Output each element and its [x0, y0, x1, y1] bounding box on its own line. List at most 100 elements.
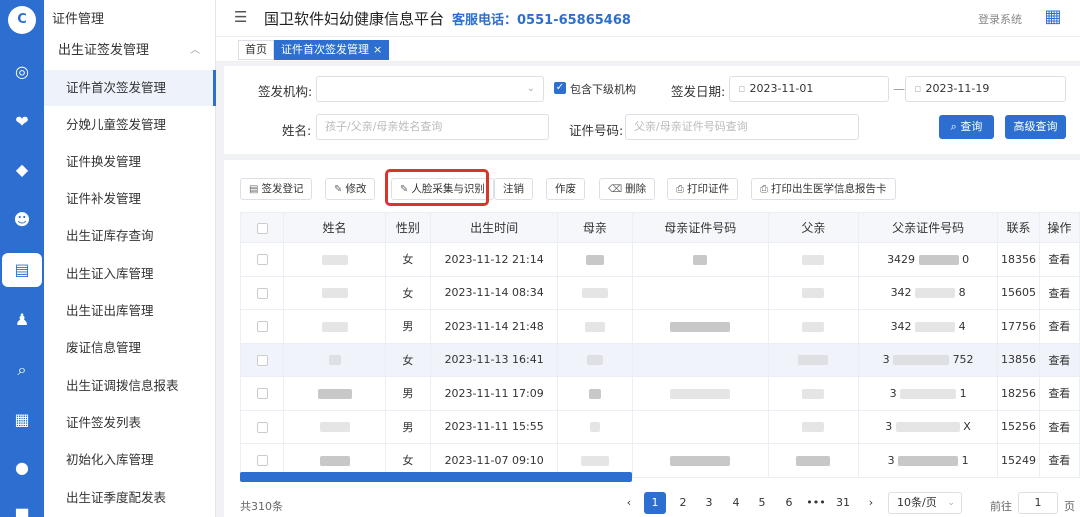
birth-time-cell: 2023-11-13 16:41 [430, 342, 559, 377]
page-button-5[interactable]: 5 [751, 492, 773, 514]
delete-button[interactable]: ⌫ 删除 [599, 178, 656, 200]
name-input[interactable]: 孩子/父亲/母亲姓名查询 [316, 114, 549, 140]
date-to-input[interactable]: ▫ 2023-11-19 [905, 76, 1066, 102]
column-header-name: 姓名 [283, 212, 386, 243]
page-button-4[interactable]: 4 [725, 492, 747, 514]
user-icon[interactable]: ● [10, 456, 34, 480]
apps-grid-icon[interactable]: ▦ [1042, 6, 1064, 28]
redacted-father-id [918, 254, 959, 265]
table-row[interactable]: 男 2023-11-11 17:09 3 1 18256 查看 [239, 376, 1080, 411]
advanced-search-button[interactable]: 高级查询 [1005, 115, 1066, 139]
print-report-card-button[interactable]: ⎙ 打印出生医学信息报告卡 [751, 178, 896, 200]
certificate-icon[interactable]: ◆ [10, 158, 34, 182]
void-button[interactable]: 作废 [546, 178, 585, 200]
checkbox[interactable] [256, 222, 268, 234]
print-cert-button[interactable]: ⎙ 打印证件 [667, 178, 738, 200]
page-button-3[interactable]: 3 [698, 492, 720, 514]
org-select[interactable]: ⌄ [316, 76, 544, 102]
page-button-2[interactable]: 2 [672, 492, 694, 514]
redacted-father [802, 288, 825, 299]
tab-label: 证件首次签发管理 [281, 43, 369, 56]
menu-item-stock-out[interactable]: 出生证出库管理 [44, 293, 216, 329]
menu-item-quarterly[interactable]: 出生证季度配发表 [44, 480, 216, 516]
menu-toggle-icon[interactable]: ☰ [234, 8, 247, 26]
page-size-select[interactable]: 10条/页 ⌄ [888, 492, 962, 514]
menu-item-reissue-exchange[interactable]: 证件换发管理 [44, 144, 216, 180]
prev-page-button[interactable]: ‹ [618, 492, 640, 514]
menu-item-void-info[interactable]: 废证信息管理 [44, 330, 216, 366]
row-checkbox[interactable] [256, 354, 268, 366]
id-card-icon[interactable]: ▤ [2, 253, 42, 287]
page-ellipsis[interactable]: ••• [805, 492, 827, 514]
row-checkbox[interactable] [256, 321, 268, 333]
child-icon[interactable]: ♟ [10, 308, 34, 332]
menu-item-first-issue[interactable]: 证件首次签发管理 [44, 70, 216, 106]
menu-item-init-stock-in[interactable]: 初始化入库管理 [44, 442, 216, 478]
menu-item-stock-in[interactable]: 出生证入库管理 [44, 256, 216, 292]
search-button[interactable]: ⌕ 查询 [939, 115, 994, 139]
row-checkbox[interactable] [256, 254, 268, 266]
redacted-father-id [893, 355, 950, 366]
view-link[interactable]: 查看 [1038, 275, 1080, 310]
edit-button[interactable]: ✎ 修改 [325, 178, 376, 200]
table-row[interactable]: 女 2023-11-13 16:41 3 752 13856 查看 [239, 342, 1080, 377]
search-icon[interactable]: ⌕ [10, 358, 34, 382]
view-link[interactable]: 查看 [1038, 409, 1080, 444]
menu-item-reissue-supplement[interactable]: 证件补发管理 [44, 181, 216, 217]
row-checkbox[interactable] [256, 421, 268, 433]
tab-home[interactable]: 首页 [238, 40, 274, 60]
include-sub-checkbox[interactable]: ✓ [554, 82, 566, 94]
date-from-input[interactable]: ▫ 2023-11-01 [729, 76, 889, 102]
logout-link[interactable]: 登录系统 [978, 11, 1022, 27]
redacted-name [321, 254, 348, 265]
view-link[interactable]: 查看 [1038, 443, 1080, 478]
goto-page-input[interactable]: 1 [1018, 492, 1058, 514]
view-link[interactable]: 查看 [1038, 342, 1080, 377]
document-icon[interactable]: ▦ [10, 408, 34, 432]
gender-cell: 男 [384, 409, 432, 444]
redacted-father-id [898, 455, 959, 466]
cancel-cert-button[interactable]: 注销 [494, 178, 533, 200]
table-row[interactable]: 男 2023-11-14 21:48 342 4 17756 查看 [239, 309, 1080, 344]
next-page-button[interactable]: › [860, 492, 882, 514]
document-icon: ▤ [249, 184, 259, 195]
close-icon[interactable]: × [373, 43, 382, 56]
row-checkbox[interactable] [256, 388, 268, 400]
gender-cell: 男 [384, 376, 432, 411]
menu-item-issue-list[interactable]: 证件签发列表 [44, 405, 216, 441]
table-header-row: 姓名 性别 出生时间 母亲 母亲证件号码 父亲 父亲证件号码 联系 操作 [239, 212, 1080, 243]
column-header-contact: 联系 [997, 212, 1040, 243]
view-link[interactable]: 查看 [1038, 309, 1080, 344]
menu-item-stock-query[interactable]: 出生证库存查询 [44, 218, 216, 254]
menu-group-birth-cert[interactable]: 出生证签发管理 ︿ [44, 38, 216, 64]
contact-cell: 17756 [997, 309, 1040, 344]
menu-item-delivery-issue[interactable]: 分娩儿童签发管理 [44, 107, 216, 143]
select-all-header[interactable] [239, 212, 285, 243]
father-id-prefix: 3 [887, 453, 895, 467]
gender-cell: 女 [384, 342, 432, 377]
menu-item-transfer-report[interactable]: 出生证调拨信息报表 [44, 368, 216, 404]
lock-icon[interactable]: ■ [10, 502, 34, 517]
cert-number-input[interactable]: 父亲/母亲证件号码查询 [625, 114, 859, 140]
row-checkbox[interactable] [256, 455, 268, 467]
gender-cell: 女 [384, 242, 432, 277]
tab-first-issue[interactable]: 证件首次签发管理 × [274, 40, 390, 60]
page-button-31[interactable]: 31 [832, 492, 854, 514]
page-button-1[interactable]: 1 [644, 492, 666, 514]
father-id-prefix: 3 [885, 420, 893, 434]
issue-register-button[interactable]: ▤ 签发登记 [240, 178, 313, 200]
dashboard-icon[interactable]: ◎ [10, 60, 34, 84]
table-row[interactable]: 男 2023-11-11 15:55 3 X 15256 查看 [239, 409, 1080, 444]
name-label: 姓名: [282, 123, 312, 138]
horizontal-scrollbar[interactable] [240, 472, 632, 482]
row-checkbox[interactable] [256, 287, 268, 299]
view-link[interactable]: 查看 [1038, 376, 1080, 411]
table-row[interactable]: 女 2023-11-12 21:14 3429 0 18356 查看 [239, 242, 1080, 277]
heart-icon[interactable]: ❤ [10, 110, 34, 134]
page-button-6[interactable]: 6 [778, 492, 800, 514]
table-row[interactable]: 女 2023-11-14 08:34 342 8 15605 查看 [239, 275, 1080, 310]
father-id-prefix: 342 [890, 319, 912, 333]
baby-icon[interactable]: ☻ [10, 208, 34, 232]
redacted-mother [585, 254, 604, 265]
view-link[interactable]: 查看 [1038, 242, 1080, 277]
